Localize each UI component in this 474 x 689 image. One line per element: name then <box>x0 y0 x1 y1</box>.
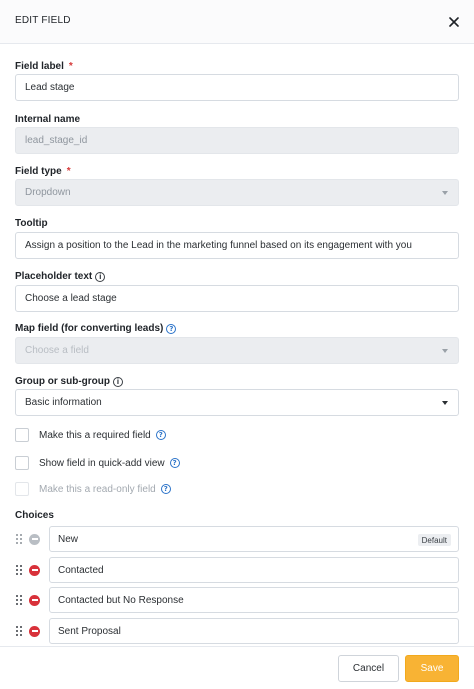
map-field-heading: Map field (for converting leads) ? <box>15 323 177 334</box>
dialog-header: EDIT FIELD <box>0 0 474 44</box>
tooltip-input[interactable]: Assign a position to the Lead in the mar… <box>15 232 459 259</box>
group-value: Basic information <box>25 397 102 408</box>
choice-row: Contacted but No Response <box>15 587 459 613</box>
drag-handle-icon[interactable] <box>16 626 22 636</box>
choice-input[interactable]: New Default <box>49 526 459 552</box>
tooltip-value: Assign a position to the Lead in the mar… <box>25 240 412 251</box>
chevron-down-icon <box>442 401 448 405</box>
read-only-checkbox <box>15 482 29 496</box>
required-marker: * <box>66 166 71 177</box>
placeholder-value: Choose a lead stage <box>25 293 117 304</box>
required-option-label: Make this a required field <box>39 429 151 441</box>
drag-handle-icon[interactable] <box>16 534 22 544</box>
choice-name: Contacted but No Response <box>58 594 184 606</box>
field-label-text: Field label <box>15 61 64 72</box>
quick-add-checkbox[interactable] <box>15 456 29 470</box>
required-option[interactable]: Make this a required field ? <box>15 428 166 442</box>
info-icon[interactable]: i <box>113 376 123 387</box>
choice-input[interactable]: Contacted but No Response <box>49 587 459 613</box>
choice-input[interactable]: Contacted <box>49 557 459 583</box>
help-icon[interactable]: ? <box>160 484 171 494</box>
chevron-down-icon <box>442 349 448 353</box>
placeholder-label: Placeholder text <box>15 271 93 282</box>
drag-handle-icon[interactable] <box>16 565 22 575</box>
remove-icon[interactable] <box>29 625 40 637</box>
group-label: Group or sub-group <box>15 376 110 387</box>
choice-name: Contacted <box>58 564 104 576</box>
drag-handle-icon[interactable] <box>16 595 22 605</box>
required-checkbox[interactable] <box>15 428 29 442</box>
save-button[interactable]: Save <box>405 655 459 682</box>
choice-row: Sent Proposal <box>15 618 459 644</box>
default-badge: Default <box>417 534 451 546</box>
info-icon[interactable]: i <box>95 271 106 282</box>
field-type-select: Dropdown <box>15 179 459 206</box>
choices-label: Choices <box>15 510 54 521</box>
group-select[interactable]: Basic information <box>15 389 459 416</box>
dialog-footer: Cancel Save <box>0 646 474 689</box>
field-type-value: Dropdown <box>25 187 71 198</box>
field-label-input[interactable]: Lead stage <box>15 74 459 101</box>
placeholder-input[interactable]: Choose a lead stage <box>15 285 459 312</box>
placeholder-heading: Placeholder text i <box>15 271 106 282</box>
read-only-option: Make this a read-only field ? <box>15 482 171 496</box>
choices-heading: Choices <box>15 510 54 521</box>
choice-name: Sent Proposal <box>58 625 121 637</box>
field-label-heading: Field label * <box>15 61 73 72</box>
field-type-label: Field type <box>15 166 62 177</box>
remove-icon[interactable] <box>29 564 40 576</box>
internal-name-label: Internal name <box>15 114 81 125</box>
group-heading: Group or sub-group i <box>15 376 123 387</box>
choice-row: Contacted <box>15 557 459 583</box>
field-label-value: Lead stage <box>25 82 75 93</box>
close-button[interactable] <box>444 12 464 32</box>
help-icon[interactable]: ? <box>166 323 177 334</box>
map-field-value: Choose a field <box>25 345 89 356</box>
internal-name-input: lead_stage_id <box>15 127 459 154</box>
internal-name-heading: Internal name <box>15 114 80 125</box>
field-type-heading: Field type * <box>15 166 71 177</box>
cancel-button[interactable]: Cancel <box>338 655 399 682</box>
map-field-select: Choose a field <box>15 337 459 364</box>
help-icon[interactable]: ? <box>169 458 180 468</box>
read-only-option-label: Make this a read-only field <box>39 483 156 495</box>
close-icon <box>449 17 459 27</box>
remove-icon <box>29 533 40 545</box>
internal-name-value: lead_stage_id <box>25 135 88 146</box>
choice-row: New Default <box>15 526 459 552</box>
dialog-title: EDIT FIELD <box>15 15 71 26</box>
quick-add-option-label: Show field in quick-add view <box>39 457 165 469</box>
tooltip-heading: Tooltip <box>15 218 48 229</box>
quick-add-option[interactable]: Show field in quick-add view ? <box>15 456 180 470</box>
remove-icon[interactable] <box>29 594 40 606</box>
map-field-label: Map field (for converting leads) <box>15 323 164 334</box>
choice-name: New <box>58 533 79 545</box>
help-icon[interactable]: ? <box>155 430 166 440</box>
required-marker: * <box>68 61 73 72</box>
tooltip-label: Tooltip <box>15 218 48 229</box>
chevron-down-icon <box>442 191 448 195</box>
choice-input[interactable]: Sent Proposal <box>49 618 459 644</box>
